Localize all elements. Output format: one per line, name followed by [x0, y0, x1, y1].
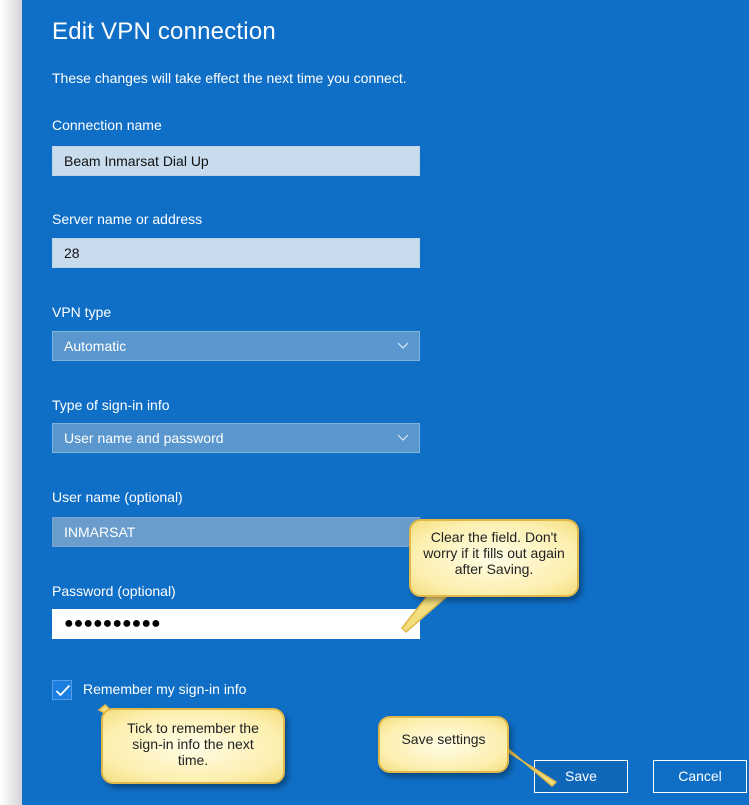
- callout-clear-field: Clear the field. Don't worry if it fills…: [409, 519, 579, 597]
- callout-remember-tick: Tick to remember the sign-in info the ne…: [101, 708, 285, 784]
- callout-save-settings: Save settings: [378, 716, 509, 773]
- callout-pointers: [97, 578, 558, 788]
